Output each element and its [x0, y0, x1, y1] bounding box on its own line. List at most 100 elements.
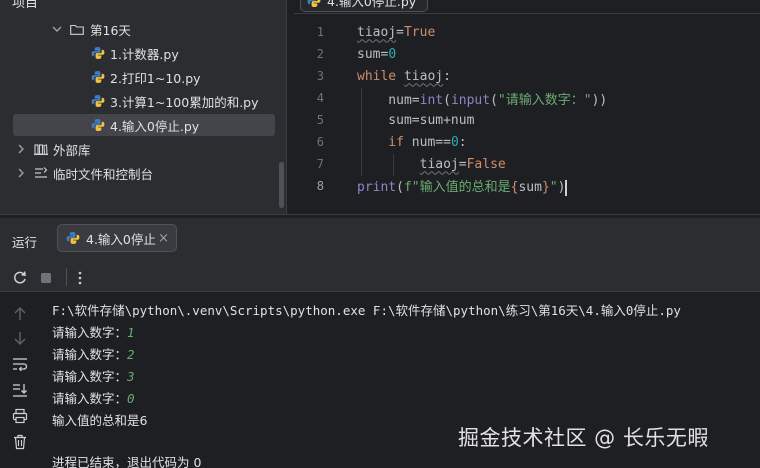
code-token: f"输入值的总和是 — [403, 180, 511, 196]
close-icon[interactable]: × — [158, 231, 169, 246]
line-number: 3 — [316, 69, 324, 83]
console-prompt: 请输入数字： — [52, 369, 128, 384]
python-file-icon — [91, 47, 105, 59]
line-number: 5 — [316, 113, 324, 127]
line-number: 4 — [316, 91, 324, 105]
editor-tab-active[interactable]: 4.输入0停止.py — [300, 0, 428, 12]
chevron-down-icon[interactable] — [52, 24, 62, 34]
run-panel-title: 运行 — [12, 235, 38, 250]
tree-file[interactable]: 1.计数器.py — [91, 42, 179, 64]
tree-file-selected[interactable]: 4.输入0停止.py — [13, 114, 275, 136]
console-user-input: 2 — [127, 347, 135, 362]
line-number: 6 — [316, 135, 324, 149]
code-line[interactable]: 6 if num==0: — [294, 131, 760, 153]
tree-item-label: 1.计数器.py — [110, 46, 179, 62]
code-text: sum=sum+num — [357, 113, 474, 128]
run-config-tab[interactable]: 4.输入0停止 × — [57, 224, 177, 252]
tree-external-libraries[interactable]: 外部库 — [16, 138, 91, 160]
python-file-icon — [91, 95, 105, 107]
soft-wrap-icon[interactable] — [12, 356, 28, 372]
code-token: tiaoj — [357, 24, 397, 40]
code-token: while — [357, 68, 404, 84]
folder-icon — [70, 24, 84, 35]
console-result-line: 输入值的总和是6 — [52, 413, 148, 428]
code-line[interactable]: 3 while tiaoj: — [294, 65, 760, 87]
code-token: print — [357, 180, 397, 196]
python-file-icon — [91, 119, 105, 131]
code-text: sum=0 — [357, 47, 396, 62]
console-user-input: 1 — [127, 325, 135, 340]
console-prompt-line: 请输入数字：1 — [52, 322, 135, 341]
python-file-icon — [91, 71, 105, 83]
tree-scratches[interactable]: 临时文件和控制台 — [16, 162, 153, 184]
code-token: ) — [557, 180, 566, 196]
code-token: ( — [396, 180, 404, 196]
project-panel-title[interactable]: 项目 — [12, 0, 38, 11]
more-options-icon[interactable] — [72, 270, 88, 286]
code-line[interactable]: 8 print(f"输入值的总和是{sum}") — [294, 175, 760, 197]
line-number: 7 — [316, 157, 324, 171]
code-editor[interactable]: 4.输入0停止.py 1 tiaoj=True 2 sum=0 3 while tiaoj… — [294, 0, 760, 214]
chevron-right-icon[interactable] — [16, 168, 26, 178]
code-token: = — [458, 156, 467, 172]
tree-item-label: 2.打印1~10.py — [110, 70, 201, 86]
editor-tab-strip: 4.输入0停止.py — [294, 0, 760, 14]
toolbar-separator — [66, 268, 67, 286]
stop-icon[interactable] — [38, 270, 54, 286]
run-tab-label: 4.输入0停止 — [86, 231, 156, 247]
tree-item-label: 3.计算1~100累加的和.py — [110, 94, 259, 110]
python-file-icon — [66, 232, 80, 244]
console-user-input: 3 — [127, 369, 135, 384]
arrow-down-icon[interactable] — [12, 330, 28, 346]
console-prompt-line: 请输入数字：0 — [52, 388, 135, 407]
project-scrollbar[interactable] — [279, 162, 284, 208]
console-prompt: 请输入数字： — [52, 347, 128, 362]
code-token: if — [357, 134, 412, 150]
console-user-input: 0 — [127, 391, 135, 406]
line-number: 2 — [316, 47, 324, 61]
code-text: print(f"输入值的总和是{sum}") — [357, 176, 568, 196]
code-line[interactable]: 1 tiaoj=True — [294, 21, 760, 43]
scratch-console-icon — [35, 167, 48, 178]
arrow-up-icon[interactable] — [12, 306, 28, 322]
run-toolbar — [0, 262, 760, 292]
panel-divider[interactable] — [286, 0, 294, 214]
scroll-to-end-icon[interactable] — [12, 382, 28, 398]
tree-file[interactable]: 2.打印1~10.py — [91, 66, 201, 88]
code-token: True — [403, 24, 436, 40]
line-number: 8 — [316, 179, 324, 193]
code-token: 0 — [450, 134, 459, 150]
code-token: "请输入数字：" — [497, 92, 592, 108]
code-token: int — [419, 92, 444, 108]
tree-item-label: 外部库 — [53, 142, 91, 158]
code-line[interactable]: 5 sum=sum+num — [294, 109, 760, 131]
tree-item-label: 第16天 — [90, 22, 131, 38]
tree-item-label: 4.输入0停止.py — [110, 118, 200, 134]
chevron-right-icon[interactable] — [16, 144, 26, 154]
watermark: 掘金技术社区 @ 长乐无暇 — [458, 426, 709, 450]
code-text: tiaoj=True — [357, 25, 435, 40]
code-text: while tiaoj: — [357, 69, 451, 84]
text-cursor — [565, 179, 568, 196]
code-text: num=int(input("请输入数字：")) — [357, 89, 607, 108]
code-token: )) — [591, 92, 608, 108]
console-prompt-line: 请输入数字：2 — [52, 344, 135, 363]
code-token: : — [443, 68, 451, 84]
code-token: ( — [443, 92, 451, 108]
code-line[interactable]: 2 sum=0 — [294, 43, 760, 65]
project-panel: 项目 第16天 1.计数器.py 2.打印1~10.py 3.计算1~100累加… — [0, 0, 286, 214]
tree-folder-day16[interactable]: 第16天 — [52, 18, 131, 40]
code-token: 0 — [388, 46, 397, 62]
code-token: sum= — [357, 46, 389, 62]
trash-icon[interactable] — [12, 434, 28, 450]
tree-file[interactable]: 3.计算1~100累加的和.py — [91, 90, 259, 112]
code-token: input — [450, 92, 491, 108]
print-icon[interactable] — [12, 408, 28, 424]
code-line[interactable]: 7 tiaoj=False — [294, 153, 760, 175]
code-line[interactable]: 4 num=int(input("请输入数字：")) — [294, 87, 760, 109]
rerun-icon[interactable] — [12, 270, 28, 286]
code-token: num= — [357, 92, 420, 108]
code-token: = — [396, 24, 404, 40]
code-token: : — [458, 134, 467, 150]
